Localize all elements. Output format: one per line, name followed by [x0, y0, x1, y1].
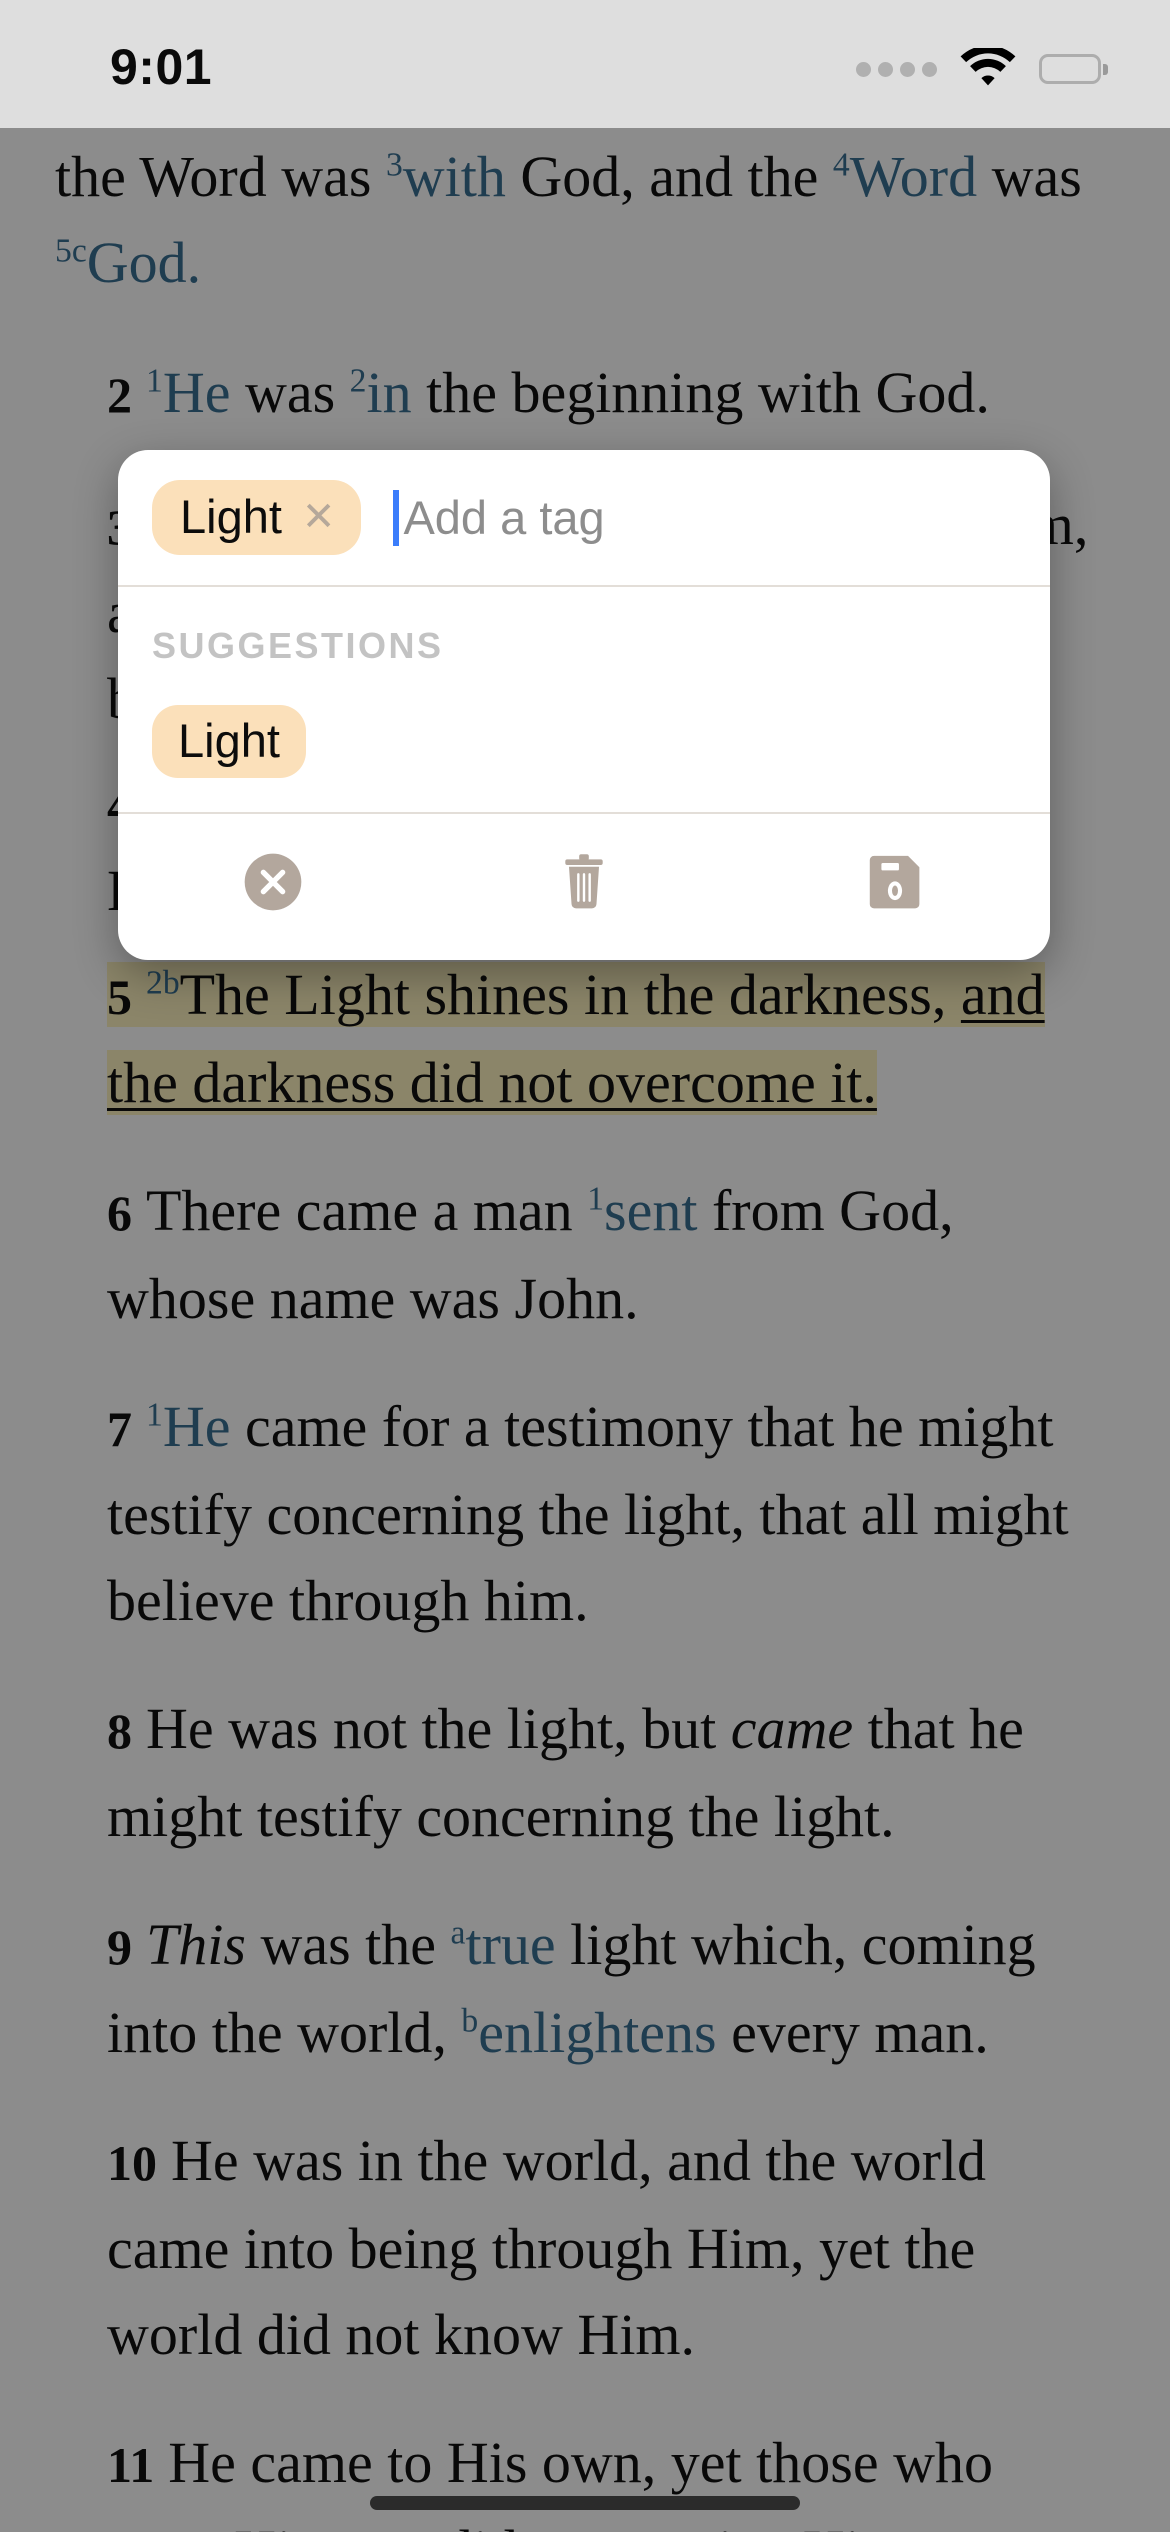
- suggestions-section: SUGGESTIONS Light: [118, 587, 1050, 812]
- applied-tag-label: Light: [180, 490, 282, 543]
- screen-root: the Word was 3with God, and the 4Word wa…: [0, 0, 1170, 2532]
- text-caret: [393, 489, 400, 546]
- close-circle-icon: [244, 853, 302, 911]
- home-indicator[interactable]: [370, 2496, 800, 2510]
- tag-input-field[interactable]: Add a tag: [393, 489, 1016, 546]
- delete-button[interactable]: [429, 848, 740, 916]
- modal-action-row: [118, 814, 1050, 960]
- close-x-icon[interactable]: ✕: [302, 497, 336, 537]
- status-bar: 9:01: [0, 0, 1170, 128]
- wifi-icon: [960, 48, 1016, 86]
- floppy-save-icon: [869, 855, 920, 909]
- status-time: 9:01: [110, 39, 213, 95]
- tag-editor-modal: Light ✕ Add a tag SUGGESTIONS Light: [118, 450, 1050, 960]
- status-indicators: [856, 48, 1108, 90]
- save-button[interactable]: [739, 848, 1050, 916]
- cellular-dots-icon: [856, 61, 937, 77]
- suggestion-chip[interactable]: Light: [152, 705, 306, 778]
- tag-input-row[interactable]: Light ✕ Add a tag: [118, 450, 1050, 585]
- suggestions-heading: SUGGESTIONS: [152, 625, 444, 666]
- battery-full-icon: [1039, 54, 1108, 84]
- tag-input-placeholder: Add a tag: [403, 491, 605, 544]
- trash-icon: [565, 854, 603, 909]
- suggestion-chip-label: Light: [178, 714, 280, 767]
- cancel-button[interactable]: [118, 848, 429, 916]
- applied-tag-chip[interactable]: Light ✕: [152, 480, 362, 555]
